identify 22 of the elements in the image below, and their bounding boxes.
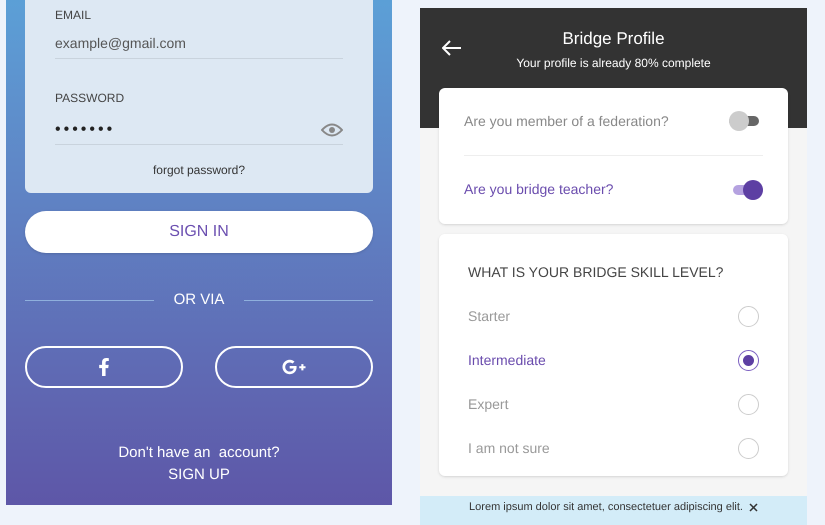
sign-in-button[interactable]: SIGN IN [25, 211, 373, 253]
toggle-label: Are you bridge teacher? [464, 180, 614, 200]
signup-prompt: Don't have an account? [118, 442, 280, 462]
banner-text: Lorem ipsum dolor sit amet, consectetuer adipiscing elit. [469, 500, 743, 516]
radio-button[interactable] [738, 350, 759, 372]
email-label: EMAIL [55, 7, 92, 24]
facebook-button[interactable] [25, 346, 183, 388]
or-via-label: OR VIA [174, 290, 224, 310]
skill-question: WHAT IS YOUR BRIDGE SKILL LEVEL? [468, 262, 724, 282]
profile-title: Bridge Profile [562, 28, 665, 50]
password-field[interactable]: ••••••• [55, 115, 343, 145]
close-icon [748, 502, 758, 512]
google-plus-button[interactable] [215, 346, 373, 388]
profile-subtitle: Your profile is already 80% complete [516, 54, 711, 72]
email-field[interactable]: example@gmail.com [55, 33, 343, 59]
toggle-label: Are you member of a federation? [464, 112, 669, 131]
back-arrow-icon [442, 40, 462, 56]
forgot-password-link[interactable]: forgot password? [152, 161, 246, 179]
sign-up-link[interactable]: SIGN UP [168, 464, 230, 486]
password-label: PASSWORD [55, 90, 126, 107]
eye-icon [321, 122, 343, 136]
skill-option[interactable]: Intermediate [468, 338, 759, 383]
